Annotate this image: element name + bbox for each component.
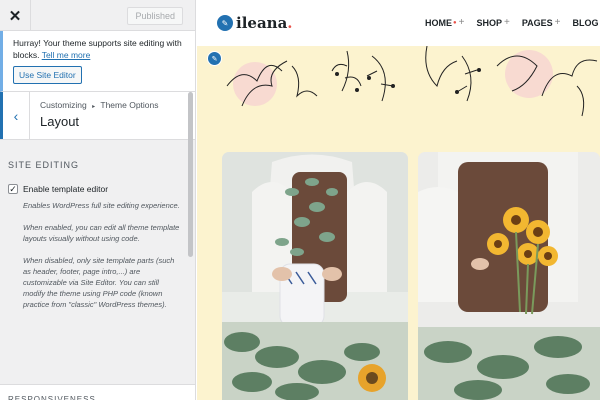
main-nav: HOME ● + SHOP + PAGES + BLOG (425, 17, 599, 28)
section-header: ‹ Customizing ▸ Theme Options Layout (0, 92, 195, 140)
florist-eucalyptus-image (222, 152, 408, 400)
breadcrumb-separator: ▸ (92, 104, 96, 110)
chevron-left-icon: ‹ (13, 107, 19, 124)
use-site-editor-button[interactable]: Use Site Editor (13, 66, 82, 84)
notice-message: Hurray! Your theme supports site editing… (13, 38, 182, 60)
close-icon[interactable]: ✕ (0, 0, 31, 31)
pencil-icon[interactable]: ✎ (217, 15, 233, 31)
breadcrumb-parent: Theme Options (100, 100, 159, 110)
publish-button[interactable]: Published (127, 7, 183, 25)
checkbox-label: Enable template editor (23, 184, 109, 194)
site-editing-controls: SITE EDITING ✓ Enable template editor En… (0, 140, 195, 310)
site-header: ✎ ileana. HOME ● + SHOP + PAGES + BLOG (197, 0, 600, 46)
breadcrumb: Customizing ▸ Theme Options Layout (30, 92, 159, 139)
nav-item-pages[interactable]: PAGES + (522, 17, 561, 28)
nav-item-shop[interactable]: SHOP + (476, 17, 509, 28)
enable-template-editor-row: ✓ Enable template editor (8, 184, 187, 194)
enable-template-editor-checkbox[interactable]: ✓ (8, 184, 18, 194)
floral-decoration (226, 46, 598, 117)
section-title: Layout (40, 114, 80, 129)
plus-icon[interactable]: + (459, 17, 465, 28)
checkmark-icon: ✓ (9, 183, 17, 194)
florist-sunflowers-image (418, 152, 600, 400)
back-button[interactable]: ‹ (0, 92, 30, 139)
active-dot-icon: ● (453, 19, 457, 26)
product-image-card[interactable] (222, 152, 408, 400)
edit-pencil-icon[interactable]: ✎ (207, 51, 222, 66)
nav-item-blog[interactable]: BLOG (573, 17, 599, 28)
breadcrumb-root: Customizing (40, 100, 87, 110)
customizer-sidebar: ✕ Published Hurray! Your theme supports … (0, 0, 196, 400)
plus-icon[interactable]: + (504, 17, 510, 28)
group-title-site-editing: SITE EDITING (8, 160, 80, 170)
tell-me-more-link[interactable]: Tell me more (42, 50, 91, 60)
notice-text: Hurray! Your theme supports site editing… (13, 37, 187, 61)
description-paragraph: When disabled, only site template parts … (23, 256, 175, 309)
product-image-card[interactable] (418, 152, 600, 400)
plus-icon[interactable]: + (555, 17, 561, 28)
site-editor-notice: Hurray! Your theme supports site editing… (0, 31, 195, 92)
nav-item-home[interactable]: HOME ● + (425, 17, 464, 28)
description-paragraph: When enabled, you can edit all theme tem… (23, 223, 180, 243)
checkbox-description: Enables WordPress full site editing expe… (8, 200, 187, 310)
site-preview: ✎ ileana. HOME ● + SHOP + PAGES + BLOG ✎ (197, 0, 600, 400)
site-logo[interactable]: ileana. (236, 14, 293, 32)
customizer-topbar: ✕ Published (0, 0, 195, 31)
description-paragraph: Enables WordPress full site editing expe… (23, 201, 180, 210)
sidebar-scrollbar[interactable] (188, 92, 193, 257)
group-title-responsiveness[interactable]: RESPONSIVENESS (0, 384, 195, 400)
